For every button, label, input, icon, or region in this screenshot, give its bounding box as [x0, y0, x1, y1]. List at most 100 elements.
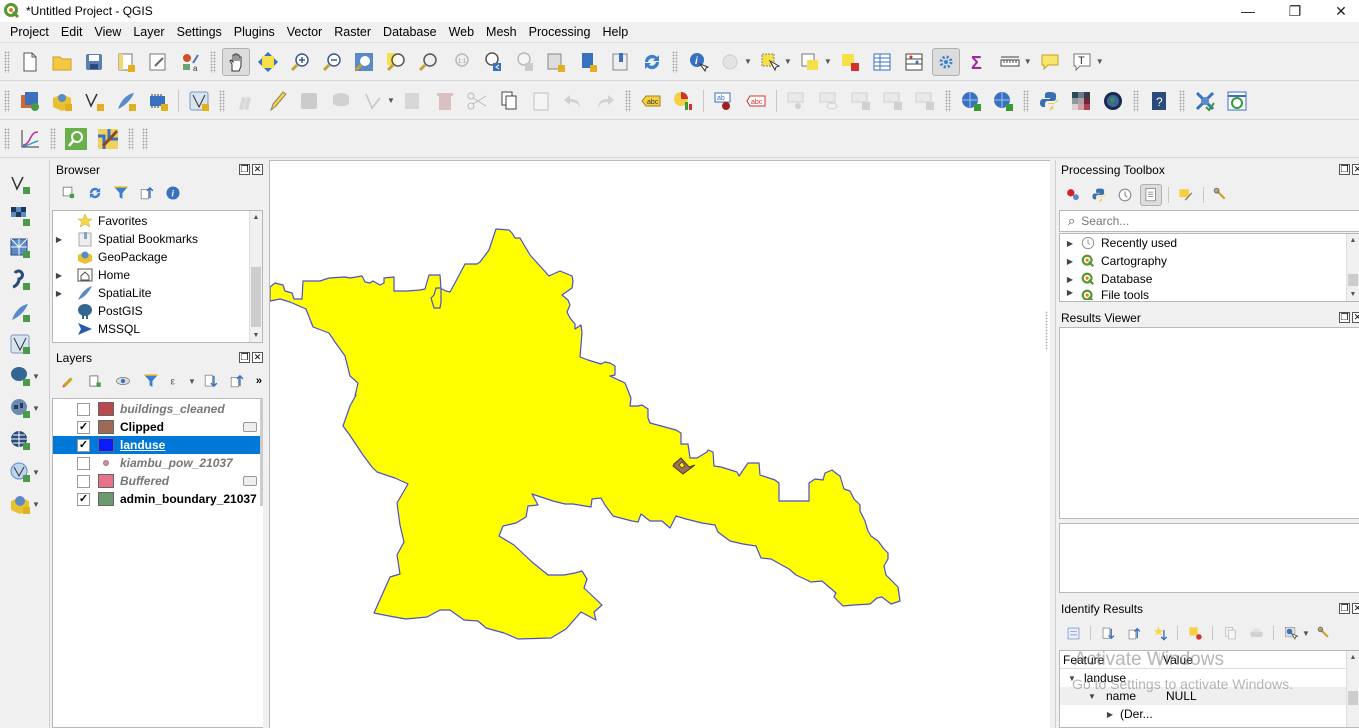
filter-legend-icon[interactable]	[140, 367, 162, 395]
close-panel-icon[interactable]: ✕	[1352, 603, 1359, 614]
expand-arrow-icon[interactable]: ▶	[1064, 239, 1076, 248]
options-wrench-icon[interactable]	[1210, 181, 1232, 209]
menu-help[interactable]: Help	[596, 25, 634, 39]
toolbar-grip[interactable]	[624, 89, 631, 112]
refresh-icon[interactable]	[638, 48, 666, 76]
identify-row-name[interactable]: ▼ name NULL	[1060, 687, 1359, 705]
copy-feature-icon[interactable]	[1219, 619, 1241, 647]
save-project-icon[interactable]	[80, 48, 108, 76]
layer-symbol-swatch[interactable]	[98, 420, 114, 434]
menu-edit[interactable]: Edit	[55, 25, 89, 39]
layer-diagram-options-icon[interactable]	[669, 87, 697, 115]
toolbar-grip[interactable]	[4, 89, 10, 112]
redo-icon[interactable]	[591, 87, 619, 115]
scroll-up-icon[interactable]: ▲	[1347, 234, 1359, 247]
toggle-editing-icon[interactable]	[263, 87, 291, 115]
close-panel-icon[interactable]: ✕	[1352, 312, 1359, 323]
table-sync-icon[interactable]	[1223, 87, 1251, 115]
pan-map-icon[interactable]	[222, 47, 250, 76]
label-tool-show-hide-icon[interactable]	[783, 87, 811, 115]
layer-symbol-swatch[interactable]	[98, 402, 114, 416]
float-panel-icon[interactable]: ❐	[239, 352, 250, 363]
more-tools-icon[interactable]: »	[256, 375, 262, 387]
run-feature-action-icon[interactable]	[716, 48, 744, 76]
identify-features-icon[interactable]: i	[684, 48, 712, 76]
zoom-next-icon[interactable]	[510, 48, 538, 76]
label-tool-change-icon[interactable]	[879, 87, 907, 115]
scroll-up-icon[interactable]: ▲	[250, 211, 262, 224]
layout-manager-icon[interactable]	[144, 48, 172, 76]
restore-button[interactable]: ❐	[1272, 0, 1318, 22]
undo-icon[interactable]	[559, 87, 587, 115]
float-panel-icon[interactable]: ❐	[1339, 312, 1350, 323]
expand-arrow-icon[interactable]: ▶	[53, 289, 65, 298]
georeferencer-icon[interactable]	[1191, 87, 1219, 115]
float-panel-icon[interactable]: ❐	[239, 164, 250, 175]
layer-row-buffered[interactable]: Buffered	[53, 472, 263, 490]
metasearch-icon[interactable]	[957, 87, 985, 115]
toolbar-grip[interactable]	[4, 50, 10, 73]
scrollbar-thumb[interactable]	[1348, 691, 1358, 705]
expand-arrow-icon[interactable]: ▶	[53, 271, 65, 280]
open-attribute-table-icon[interactable]	[868, 48, 896, 76]
scrollbar-thumb[interactable]	[251, 267, 261, 327]
new-spatialite-layer-icon[interactable]	[112, 87, 140, 115]
expand-tree-icon[interactable]	[1062, 619, 1084, 647]
open-project-icon[interactable]	[48, 48, 76, 76]
processing-scrollbar[interactable]: ▲ ▼	[1346, 234, 1359, 301]
open-layer-styling-icon[interactable]	[58, 367, 80, 395]
statistical-summary-icon[interactable]: Σ	[964, 48, 992, 76]
qgis-help-icon[interactable]: ?	[1145, 87, 1173, 115]
style-dock-icon[interactable]	[94, 125, 122, 153]
select-by-value-icon[interactable]	[796, 48, 824, 76]
processing-item-cartography[interactable]: ▶ Cartography	[1060, 252, 1359, 270]
temporary-layer-icon[interactable]	[243, 476, 257, 486]
point-symbol-icon[interactable]	[98, 456, 114, 470]
layer-symbol-swatch[interactable]	[98, 474, 114, 488]
scrollbar-thumb[interactable]	[1348, 274, 1358, 286]
layer-row-kiambu-pow[interactable]: kiambu_pow_21037	[53, 454, 263, 472]
expand-arrow-icon[interactable]: ▶	[1104, 710, 1116, 719]
layer-visibility-checkbox[interactable]: ✓	[77, 438, 90, 452]
show-bookmarks-icon[interactable]	[606, 48, 634, 76]
python-scripts-icon[interactable]	[1088, 181, 1110, 209]
layer-row-clipped[interactable]: ✓ Clipped	[53, 418, 263, 436]
layer-visibility-checkbox[interactable]: ✓	[77, 420, 90, 434]
processing-toolbox-icon[interactable]	[931, 47, 960, 76]
layer-row-buildings-cleaned[interactable]: buildings_cleaned	[53, 400, 263, 418]
add-xyz-layer-icon[interactable]	[6, 426, 34, 454]
toolbar-grip[interactable]	[50, 128, 56, 150]
add-virtual-layer-icon[interactable]	[6, 330, 34, 358]
float-panel-icon[interactable]: ❐	[1339, 603, 1350, 614]
properties-icon[interactable]: i	[162, 179, 184, 207]
menu-vector[interactable]: Vector	[281, 25, 328, 39]
menu-view[interactable]: View	[88, 25, 127, 39]
menu-raster[interactable]: Raster	[328, 25, 377, 39]
label-tool-pin-icon[interactable]: abc	[742, 87, 770, 115]
dropdown-arrow-icon[interactable]: ▼	[1302, 629, 1310, 638]
new-virtual-layer-icon[interactable]	[185, 87, 213, 115]
new-temporary-scratch-layer-icon[interactable]	[144, 87, 172, 115]
style-manager-icon[interactable]: a	[176, 48, 204, 76]
add-raster-layer-icon[interactable]	[6, 202, 34, 230]
zoom-to-selection-icon[interactable]	[382, 48, 410, 76]
browser-scrollbar[interactable]: ▲ ▼	[249, 211, 262, 342]
close-panel-icon[interactable]: ✕	[252, 352, 263, 363]
expand-all-icon[interactable]	[1097, 619, 1119, 647]
zoom-to-layer-icon[interactable]	[414, 48, 442, 76]
menu-project[interactable]: Project	[4, 25, 55, 39]
layers-scrollbar[interactable]	[260, 398, 263, 506]
browser-item-postgis[interactable]: PostGIS	[53, 302, 262, 320]
dropdown-arrow-icon[interactable]: ▼	[784, 57, 792, 66]
clear-results-icon[interactable]	[1184, 619, 1206, 647]
expand-arrow-icon[interactable]: ▶	[1064, 257, 1076, 266]
browser-item-favorites[interactable]: Favorites	[53, 212, 262, 230]
toolbar-grip[interactable]	[128, 128, 134, 150]
toolbar-grip[interactable]	[219, 89, 225, 112]
toolbar-grip[interactable]	[672, 50, 678, 73]
new-geopackage-layer-icon[interactable]	[48, 87, 76, 115]
layer-visibility-checkbox[interactable]: ✓	[77, 492, 90, 506]
delete-selected-icon[interactable]	[431, 87, 459, 115]
raster-layer-stats-icon[interactable]	[1067, 87, 1095, 115]
close-panel-icon[interactable]: ✕	[1352, 164, 1359, 175]
